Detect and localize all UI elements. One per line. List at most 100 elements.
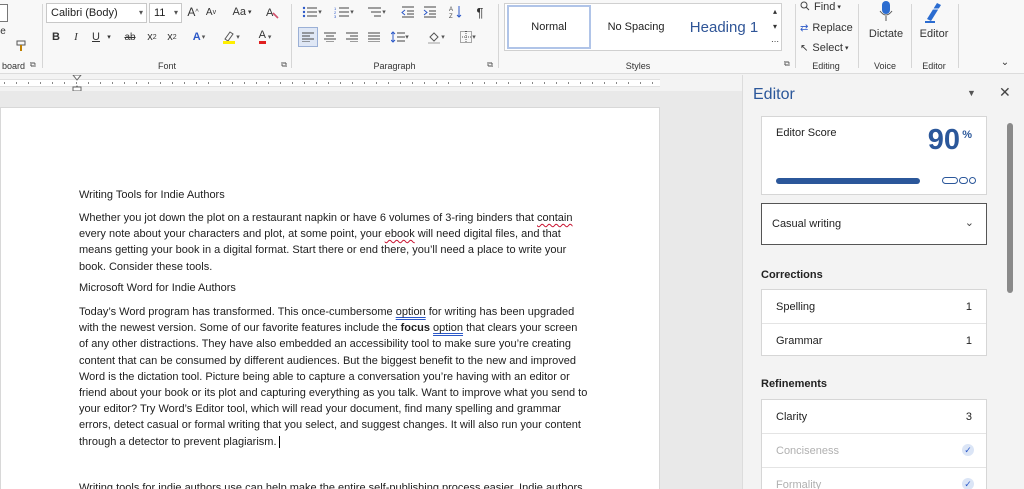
font-color-button[interactable]: A ▾	[253, 29, 277, 45]
ruler-tick	[4, 82, 5, 84]
show-formatting-button[interactable]: ¶	[472, 4, 488, 20]
ruler-tick	[352, 82, 353, 84]
refinements-heading: Refinements	[761, 378, 828, 390]
clear-formatting-icon[interactable]: A	[263, 4, 281, 20]
ruler-tick	[580, 82, 581, 84]
ruler-tick	[628, 82, 629, 84]
editor-pane-title: Editor	[753, 86, 795, 103]
select-button[interactable]: ↖ Select ▾	[800, 41, 848, 55]
line-spacing-button[interactable]: ▾	[388, 29, 412, 45]
font-size-dropdown[interactable]: 11 ▾	[149, 3, 182, 23]
doc-paragraph-1[interactable]: Whether you jot down the plot on a resta…	[79, 210, 589, 275]
ruler-tick	[448, 82, 449, 84]
ruler-tick	[172, 82, 173, 84]
change-case-button[interactable]: Aa ▾	[229, 4, 255, 20]
indent-marker-icon[interactable]	[71, 74, 83, 92]
paragraph-launcher-icon[interactable]: ⧉	[487, 60, 493, 70]
text-effects-button[interactable]: A ▾	[189, 29, 209, 45]
align-right-button[interactable]	[344, 29, 360, 45]
refinement-flag: option	[433, 322, 464, 335]
editor-score-unit: %	[962, 129, 972, 141]
refinement-flag: option	[395, 306, 426, 318]
doc-paragraph-2[interactable]: Today’s Word program has transformed. Th…	[79, 304, 589, 450]
styles-launcher-icon[interactable]: ⧉	[784, 59, 790, 69]
bold-text: focus	[400, 322, 430, 335]
shading-button[interactable]: ▾	[424, 29, 448, 45]
underline-button[interactable]: U	[89, 29, 103, 45]
doc-heading-microsoft-word[interactable]: Microsoft Word for Indie Authors	[79, 280, 589, 296]
refinement-clarity[interactable]: Clarity 3	[762, 400, 986, 433]
sort-icon[interactable]: AZ	[448, 4, 464, 20]
bullets-button[interactable]: ▾	[300, 4, 324, 20]
numbering-button[interactable]: 1 2 3 ▾	[332, 4, 356, 20]
ruler-tick	[160, 82, 161, 84]
strikethrough-button[interactable]: ab	[121, 29, 139, 45]
ruler-tick	[340, 82, 341, 84]
align-center-button[interactable]	[322, 29, 338, 45]
editor-pen-icon[interactable]	[922, 0, 946, 24]
ruler-tick	[316, 82, 317, 84]
ruler-tick	[304, 82, 305, 84]
ruler-tick	[124, 82, 125, 84]
ruler-tick	[208, 82, 209, 84]
refinement-formality[interactable]: Formality ✓	[762, 468, 986, 489]
refinement-conciseness[interactable]: Conciseness ✓	[762, 434, 986, 467]
collapse-ribbon-chevron-icon[interactable]: ⌄	[998, 56, 1012, 68]
ruler-tick	[388, 82, 389, 84]
voice-group: Dictate Voice	[860, 0, 910, 74]
justify-button[interactable]	[366, 29, 382, 45]
chevron-down-icon[interactable]: ▾	[105, 29, 113, 45]
editor-score-card[interactable]: Editor Score 90 %	[761, 116, 987, 195]
shrink-font-button[interactable]: Av	[203, 4, 219, 20]
correction-grammar[interactable]: Grammar 1	[762, 324, 986, 357]
word-window: e board ⧉ Calibri (Body) ▾ 11 ▾ A ^ Av Aa…	[0, 0, 1024, 489]
ruler-tick	[568, 82, 569, 84]
multilevel-list-button[interactable]: ▾	[364, 4, 388, 20]
writing-style-dropdown[interactable]: Casual writing ⌄	[761, 203, 987, 245]
svg-text:3: 3	[334, 14, 337, 18]
editing-group-label: Editing	[812, 61, 840, 71]
document-canvas[interactable]: Writing Tools for Indie Authors Whether …	[0, 91, 742, 489]
ruler-tick	[472, 82, 473, 84]
ruler-tick	[364, 82, 365, 84]
increase-indent-icon[interactable]	[422, 4, 438, 20]
document-page[interactable]: Writing Tools for Indie Authors Whether …	[0, 107, 660, 489]
font-group-label: Font	[157, 61, 176, 71]
replace-button[interactable]: ⇄ Replace	[800, 21, 853, 35]
superscript-button[interactable]: x2	[165, 29, 179, 45]
font-name-dropdown[interactable]: Calibri (Body) ▾	[46, 3, 147, 23]
editor-pane: Editor ▼ ✕ Editor Score 90 % Casual writ…	[742, 75, 1024, 489]
ruler-tick	[436, 82, 437, 84]
borders-button[interactable]: ▾	[456, 29, 480, 45]
clipboard-launcher-icon[interactable]: ⧉	[30, 60, 36, 70]
dictate-button[interactable]: Dictate	[860, 27, 912, 41]
editor-button[interactable]: Editor	[912, 27, 956, 41]
editor-score-value: 90	[927, 124, 960, 156]
ruler-tick	[52, 82, 53, 84]
correction-spelling[interactable]: Spelling 1	[762, 290, 986, 323]
find-button[interactable]: Find ▾	[800, 0, 841, 14]
doc-paragraph-3[interactable]: Writing tools for indie authors use can …	[79, 480, 589, 489]
editor-group: Editor Editor	[912, 0, 956, 74]
paste-icon[interactable]	[0, 4, 8, 22]
doc-heading-writing-tools[interactable]: Writing Tools for Indie Authors	[79, 187, 589, 203]
grow-font-button[interactable]: A ^	[185, 4, 201, 20]
align-left-button[interactable]	[298, 27, 318, 47]
spelling-flag: ebook	[384, 228, 415, 241]
ruler-tick	[328, 82, 329, 84]
close-icon[interactable]: ✕	[999, 84, 1011, 101]
ruler-tick	[244, 82, 245, 84]
pane-options-chevron-icon[interactable]: ▼	[967, 88, 976, 98]
decrease-indent-icon[interactable]	[400, 4, 416, 20]
italic-button[interactable]: I	[69, 29, 83, 45]
subscript-button[interactable]: x2	[145, 29, 159, 45]
editor-pane-scrollbar[interactable]	[1007, 123, 1013, 293]
highlight-color-button[interactable]: ▾	[219, 29, 243, 45]
format-painter-icon[interactable]	[14, 38, 30, 54]
bold-button[interactable]: B	[49, 29, 63, 45]
refinements-card: Clarity 3 Conciseness ✓ Formality ✓	[761, 399, 987, 489]
microphone-icon[interactable]	[876, 0, 896, 24]
font-launcher-icon[interactable]: ⧉	[281, 60, 287, 70]
ruler-tick	[556, 82, 557, 84]
ruler-tick	[520, 82, 521, 84]
